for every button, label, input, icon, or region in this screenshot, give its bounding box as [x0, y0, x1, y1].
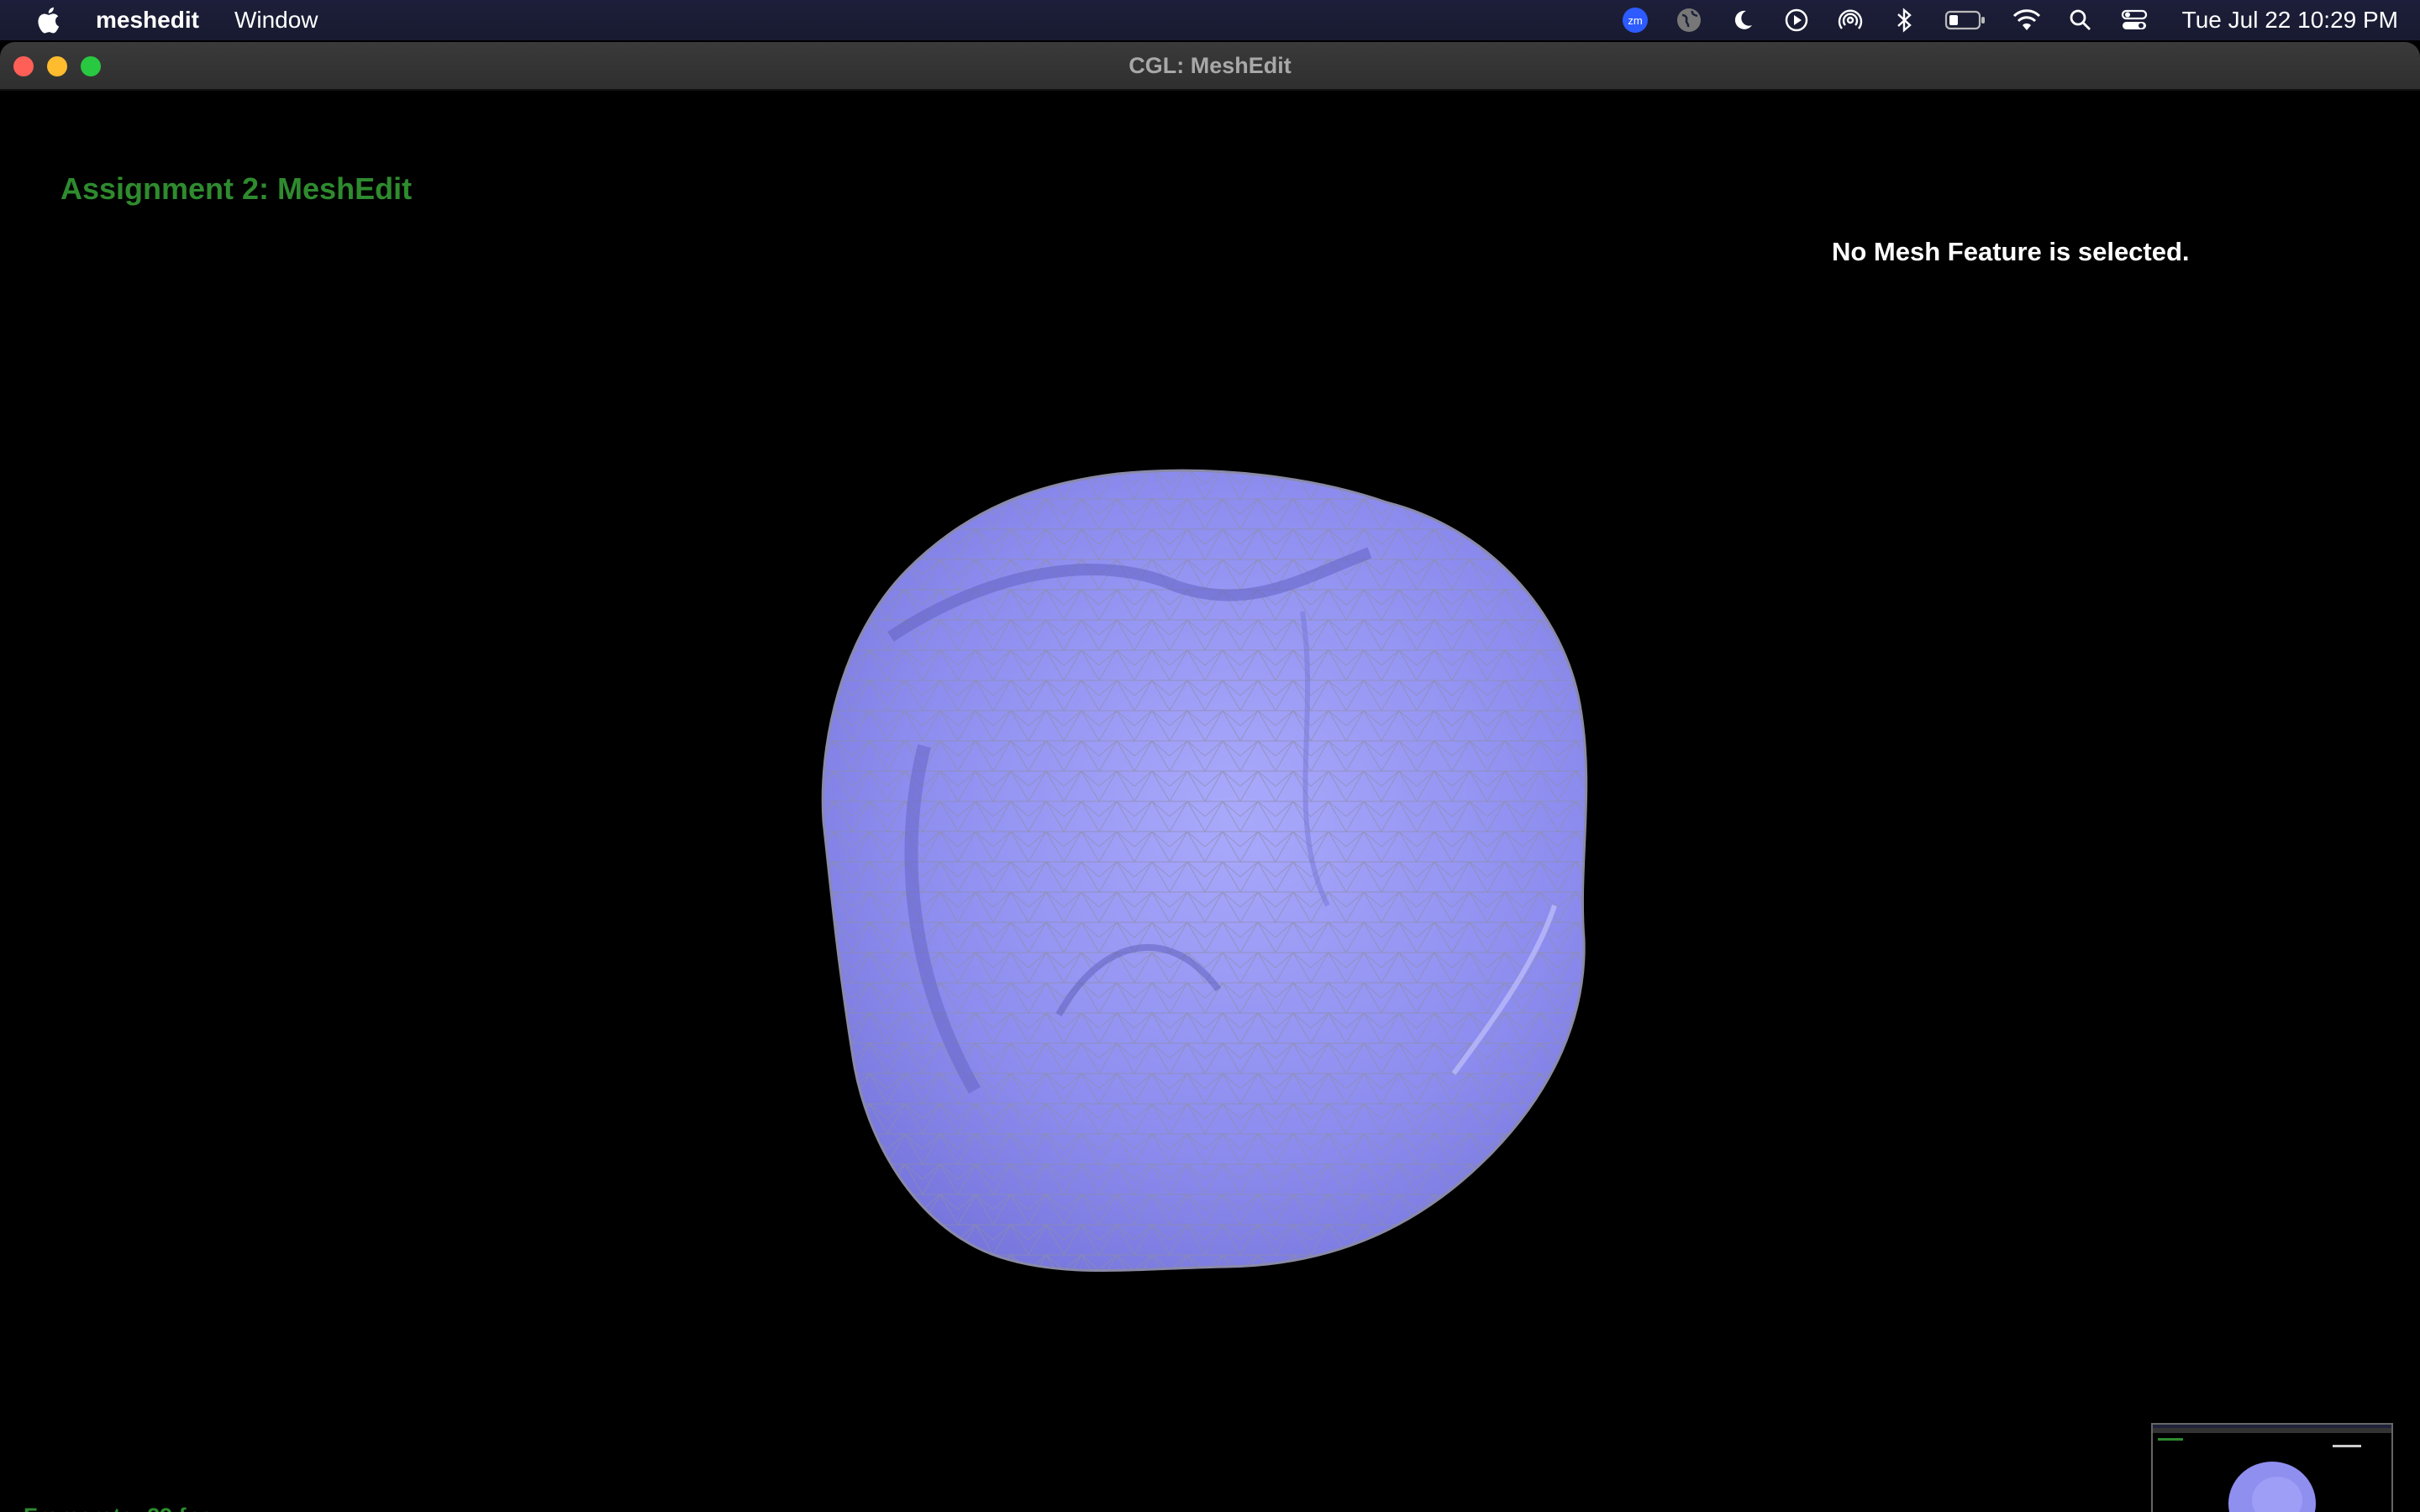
battery-icon[interactable] — [1944, 6, 1987, 34]
framerate-label: Framerate: 29 fps — [24, 1504, 213, 1512]
screenshot-thumbnail-preview[interactable] — [2151, 1423, 2393, 1512]
bluetooth-icon[interactable] — [1890, 6, 1918, 34]
app-window: CGL: MeshEdit Assignment 2: MeshEdit No … — [0, 42, 2420, 1512]
app-menu[interactable]: meshedit — [96, 7, 199, 34]
do-not-disturb-moon-icon[interactable] — [1728, 6, 1757, 34]
zoom-badge-label: zm — [1628, 14, 1642, 27]
now-playing-icon[interactable] — [1782, 6, 1811, 34]
window-titlebar[interactable]: CGL: MeshEdit — [0, 42, 2420, 91]
apple-menu-icon[interactable] — [34, 3, 62, 37]
mesh-surface — [823, 470, 1586, 1271]
assignment-title: Assignment 2: MeshEdit — [60, 171, 413, 206]
wifi-icon[interactable] — [2012, 6, 2041, 34]
menu-bar-clock[interactable]: Tue Jul 22 10:29 PM — [2182, 7, 2398, 34]
zoom-app-icon[interactable]: zm — [1621, 6, 1649, 34]
mesh-render[interactable] — [781, 469, 1655, 1334]
thumbnail-image — [2153, 1425, 2391, 1512]
opengl-viewport[interactable]: Assignment 2: MeshEdit No Mesh Feature i… — [0, 91, 2420, 1512]
menu-bar: meshedit Window zm Tue Jul 22 10:29 PM — [0, 0, 2420, 40]
window-title: CGL: MeshEdit — [1128, 53, 1292, 78]
menu-window[interactable]: Window — [234, 7, 318, 34]
airdrop-icon[interactable] — [1836, 6, 1865, 34]
control-center-icon[interactable] — [2120, 6, 2149, 34]
selection-status: No Mesh Feature is selected. — [1832, 237, 2190, 266]
spotlight-search-icon[interactable] — [2066, 6, 2095, 34]
globe-icon[interactable] — [1675, 6, 1703, 34]
